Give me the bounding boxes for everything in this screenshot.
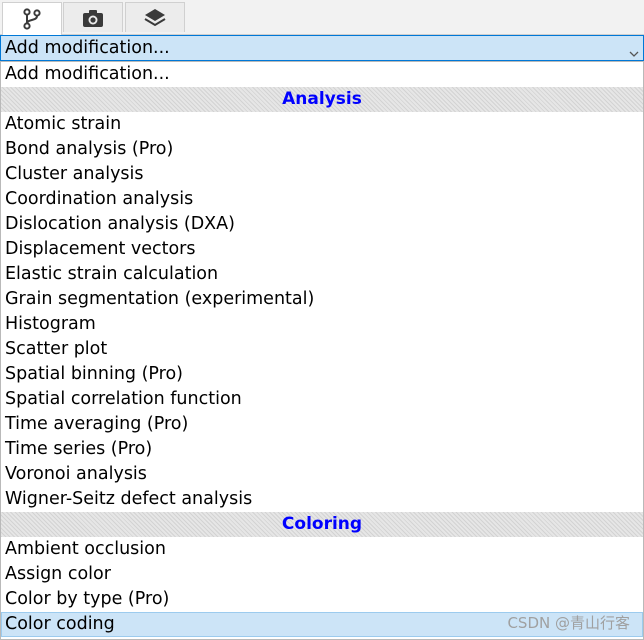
list-item[interactable]: Displacement vectors: [1, 237, 643, 262]
tab-bar: [0, 0, 644, 35]
tab-render[interactable]: [63, 2, 123, 32]
list-item[interactable]: Grain segmentation (experimental): [1, 287, 643, 312]
combo-value: Add modification...: [5, 38, 170, 58]
list-item[interactable]: Color by type (Pro): [1, 587, 643, 612]
list-item[interactable]: Dislocation analysis (DXA): [1, 212, 643, 237]
list-item[interactable]: Elastic strain calculation: [1, 262, 643, 287]
list-item[interactable]: Atomic strain: [1, 112, 643, 137]
list-item[interactable]: Spatial binning (Pro): [1, 362, 643, 387]
list-item[interactable]: Assign color: [1, 562, 643, 587]
tab-pipeline[interactable]: [2, 2, 62, 35]
section-header-coloring: Coloring: [1, 512, 643, 537]
list-item[interactable]: Ambient occlusion: [1, 537, 643, 562]
list-item[interactable]: Scatter plot: [1, 337, 643, 362]
list-item[interactable]: Cluster analysis: [1, 162, 643, 187]
tab-overlays[interactable]: [125, 2, 185, 32]
section-header-analysis: Analysis: [1, 87, 643, 112]
list-item[interactable]: Voronoi analysis: [1, 462, 643, 487]
add-modification-combobox[interactable]: Add modification...: [0, 35, 644, 61]
list-item[interactable]: Coordination analysis: [1, 187, 643, 212]
camera-icon: [81, 7, 105, 29]
pipeline-icon: [21, 8, 43, 30]
list-item[interactable]: Time averaging (Pro): [1, 412, 643, 437]
watermark: CSDN @青山行客: [507, 614, 630, 632]
list-item[interactable]: Bond analysis (Pro): [1, 137, 643, 162]
chevron-down-icon[interactable]: [629, 43, 639, 63]
layers-icon: [143, 7, 167, 29]
list-item[interactable]: Time series (Pro): [1, 437, 643, 462]
modification-dropdown-list: Add modification... Analysis Atomic stra…: [0, 61, 644, 640]
list-item[interactable]: Histogram: [1, 312, 643, 337]
list-item[interactable]: Spatial correlation function: [1, 387, 643, 412]
list-item[interactable]: Wigner-Seitz defect analysis: [1, 487, 643, 512]
list-item-add-modification[interactable]: Add modification...: [1, 62, 643, 87]
